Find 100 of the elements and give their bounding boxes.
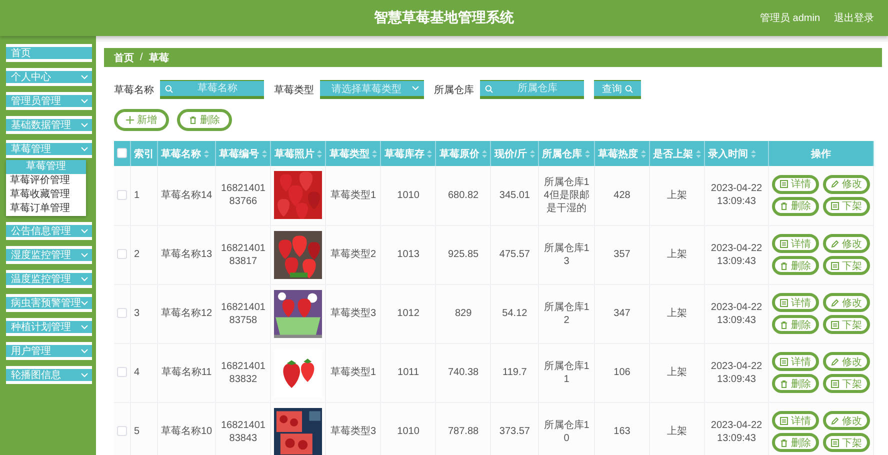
table-cell: 2 xyxy=(134,248,140,261)
trash-icon xyxy=(780,262,788,270)
row-checkbox[interactable] xyxy=(117,426,127,436)
trash-icon xyxy=(780,320,788,328)
sidebar-item[interactable]: 基础数据管理 xyxy=(6,116,92,134)
sidebar-item[interactable]: 管理员管理 xyxy=(6,92,92,110)
plus-icon xyxy=(126,116,134,124)
sidebar-item[interactable]: 首页 xyxy=(6,44,92,62)
table-cell: 345.01 xyxy=(499,188,530,202)
edit-button[interactable]: 修改 xyxy=(823,352,870,371)
delete-button[interactable]: 删除 xyxy=(772,196,819,216)
sidebar-item[interactable]: 湿度监控管理 xyxy=(6,246,92,264)
row-checkbox[interactable] xyxy=(117,190,127,200)
sort-icon[interactable] xyxy=(641,150,646,158)
edit-button[interactable]: 修改 xyxy=(823,174,870,194)
table-cell: 106 xyxy=(614,366,630,379)
trash-icon xyxy=(780,438,788,446)
submenu-item[interactable]: 草莓管理 xyxy=(6,160,86,174)
table-cell: 草莓类型3 xyxy=(330,425,376,438)
sidebar-item[interactable]: 病虫害预警管理 xyxy=(6,294,92,312)
delete-button[interactable]: 删除 xyxy=(177,109,232,131)
sort-icon[interactable] xyxy=(427,150,432,158)
add-button[interactable]: 新增 xyxy=(114,109,169,131)
detail-button[interactable]: 详情 xyxy=(772,352,819,371)
submenu-item[interactable]: 草莓订单管理 xyxy=(6,202,86,216)
delete-button[interactable]: 删除 xyxy=(772,315,819,334)
sidebar-item[interactable]: 轮播图信息 xyxy=(6,366,92,384)
table-cell-text: 1682140183817 xyxy=(220,242,266,268)
app-title: 智慧草莓基地管理系统 xyxy=(374,9,514,27)
sort-icon[interactable] xyxy=(262,150,268,158)
table-cell: 草莓类型1 xyxy=(330,188,376,202)
document-icon xyxy=(780,416,788,424)
document-icon xyxy=(831,202,839,210)
table-cell-text: 所属仓库10 xyxy=(542,418,590,444)
column-header[interactable]: 操作 xyxy=(811,146,831,160)
row-checkbox[interactable] xyxy=(117,367,127,378)
sidebar-item[interactable]: 温度监控管理 xyxy=(6,270,92,288)
breadcrumb-item[interactable]: 草莓 xyxy=(148,50,169,64)
sort-icon[interactable] xyxy=(204,150,209,158)
edit-button[interactable]: 修改 xyxy=(823,411,870,430)
sort-icon[interactable] xyxy=(585,150,590,158)
table-cell: 829 xyxy=(454,307,472,320)
sort-icon[interactable] xyxy=(372,150,378,158)
detail-button[interactable]: 详情 xyxy=(772,234,819,253)
search-icon xyxy=(625,84,633,92)
offshelf-button[interactable]: 下架 xyxy=(823,374,870,393)
delete-button[interactable]: 删除 xyxy=(772,374,819,393)
sort-icon[interactable] xyxy=(482,150,488,158)
sort-icon[interactable] xyxy=(696,150,701,158)
table-cell: 草莓名称10 xyxy=(161,425,212,438)
edit-button[interactable]: 修改 xyxy=(823,293,870,312)
search-icon xyxy=(485,85,493,93)
sort-icon[interactable] xyxy=(317,150,322,158)
table-cell: 1012 xyxy=(397,307,420,320)
logout-link[interactable]: 退出登录 xyxy=(834,11,874,25)
field-label: 草莓类型 xyxy=(274,84,314,96)
edit-button[interactable]: 修改 xyxy=(823,234,870,253)
field-label: 草莓名称 xyxy=(114,84,154,96)
search-field[interactable]: 所属仓库 xyxy=(480,80,584,99)
detail-button[interactable]: 详情 xyxy=(772,174,819,194)
sort-icon[interactable] xyxy=(530,150,536,158)
table-cell-text: 2023-04-22 13:09:43 xyxy=(710,300,764,326)
table-cell: 1011 xyxy=(398,366,420,379)
table-cell: 1010 xyxy=(397,188,420,202)
row-checkbox[interactable] xyxy=(117,308,127,318)
edit-icon xyxy=(831,298,839,306)
detail-button[interactable]: 详情 xyxy=(772,293,819,312)
breadcrumb-item[interactable]: 首页 xyxy=(114,50,134,64)
chevron-down-icon xyxy=(81,300,88,306)
table-cell: 1013 xyxy=(397,248,420,261)
select-field[interactable]: 请选择草莓类型 xyxy=(320,80,424,99)
trash-icon xyxy=(780,380,788,388)
field-label: 所属仓库 xyxy=(434,84,474,96)
search-button[interactable]: 查询 xyxy=(594,80,641,99)
submenu-item[interactable]: 草莓收藏管理 xyxy=(6,188,86,202)
chevron-down-icon xyxy=(81,252,88,258)
offshelf-button[interactable]: 下架 xyxy=(823,196,870,216)
table-cell: 740.38 xyxy=(448,366,479,379)
document-icon xyxy=(780,298,788,306)
offshelf-button[interactable]: 下架 xyxy=(823,433,870,452)
sidebar-item[interactable]: 草莓管理 xyxy=(6,140,92,158)
select-all-checkbox[interactable] xyxy=(117,148,127,158)
sort-icon[interactable] xyxy=(751,150,756,158)
sidebar-item[interactable]: 用户管理 xyxy=(6,342,92,360)
table-cell: 163 xyxy=(614,425,630,438)
search-field[interactable]: 草莓名称 xyxy=(160,80,264,99)
breadcrumb-separator: / xyxy=(140,52,143,63)
delete-button[interactable]: 删除 xyxy=(772,256,819,275)
edit-icon xyxy=(831,416,839,424)
offshelf-button[interactable]: 下架 xyxy=(823,256,870,275)
sidebar-item[interactable]: 公告信息管理 xyxy=(6,222,92,240)
offshelf-button[interactable]: 下架 xyxy=(823,315,870,334)
sidebar-item[interactable]: 种植计划管理 xyxy=(6,318,92,336)
detail-button[interactable]: 详情 xyxy=(772,411,819,430)
row-checkbox[interactable] xyxy=(117,249,127,260)
delete-button[interactable]: 删除 xyxy=(772,433,819,452)
submenu-item[interactable]: 草莓评价管理 xyxy=(6,174,86,188)
document-icon xyxy=(831,320,839,328)
table-cell-text: 所属仓库13 xyxy=(542,242,590,268)
sidebar-item[interactable]: 个人中心 xyxy=(6,68,92,86)
